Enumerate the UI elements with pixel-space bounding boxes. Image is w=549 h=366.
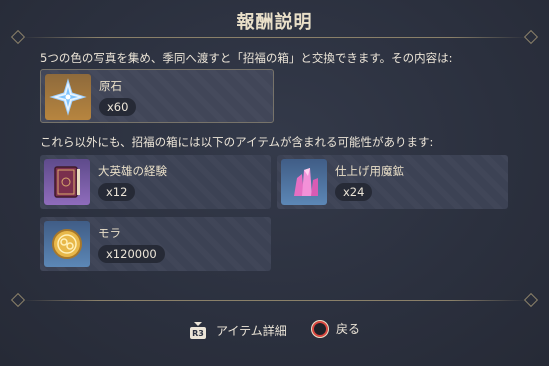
reward-dialog: 報酬説明 5つの色の写真を集め、季同へ渡すと「招福の箱」と交換できます。その内容… bbox=[0, 0, 549, 366]
reward-card-mystic-ore[interactable]: 仕上げ用魔鉱 x24 bbox=[277, 155, 508, 209]
item-name: 仕上げ用魔鉱 bbox=[335, 164, 404, 178]
footer-divider bbox=[22, 300, 527, 301]
item-details-button[interactable]: R3 アイテム詳細 bbox=[188, 320, 287, 340]
reward-card-primogem[interactable]: 原石 x60 bbox=[40, 69, 274, 123]
dialog-title: 報酬説明 bbox=[236, 12, 313, 33]
primogem-icon bbox=[45, 74, 91, 120]
circle-button-icon bbox=[312, 320, 328, 337]
reward-card-heros-wit[interactable]: 大英雄の経験 x12 bbox=[40, 155, 271, 209]
reward-card-mora[interactable]: モラ x120000 bbox=[40, 217, 271, 271]
mora-coin-icon bbox=[44, 221, 90, 267]
mystic-ore-icon bbox=[281, 159, 327, 205]
item-name: モラ bbox=[98, 226, 121, 240]
item-quantity: x12 bbox=[98, 183, 136, 201]
item-quantity: x120000 bbox=[98, 245, 165, 263]
item-details-label: アイテム詳細 bbox=[216, 323, 287, 338]
item-name: 大英雄の経験 bbox=[98, 164, 167, 178]
footer-ornament-left bbox=[10, 292, 26, 308]
item-quantity: x24 bbox=[335, 183, 373, 201]
possible-rewards-description: これら以外にも、招福の箱には以下のアイテムが含まれる可能性があります: bbox=[40, 135, 434, 149]
back-label: 戻る bbox=[336, 322, 361, 336]
item-quantity: x60 bbox=[99, 98, 137, 116]
title-divider bbox=[22, 37, 527, 38]
item-name: 原石 bbox=[99, 79, 122, 93]
r3-key-label: R3 bbox=[192, 329, 204, 338]
reward-description: 5つの色の写真を集め、季同へ渡すと「招福の箱」と交換できます。その内容は: bbox=[40, 51, 453, 65]
back-button[interactable]: 戻る bbox=[312, 320, 360, 337]
heros-wit-book-icon bbox=[44, 159, 90, 205]
footer-ornament-right bbox=[523, 292, 539, 308]
r3-stick-icon: R3 bbox=[188, 320, 208, 340]
